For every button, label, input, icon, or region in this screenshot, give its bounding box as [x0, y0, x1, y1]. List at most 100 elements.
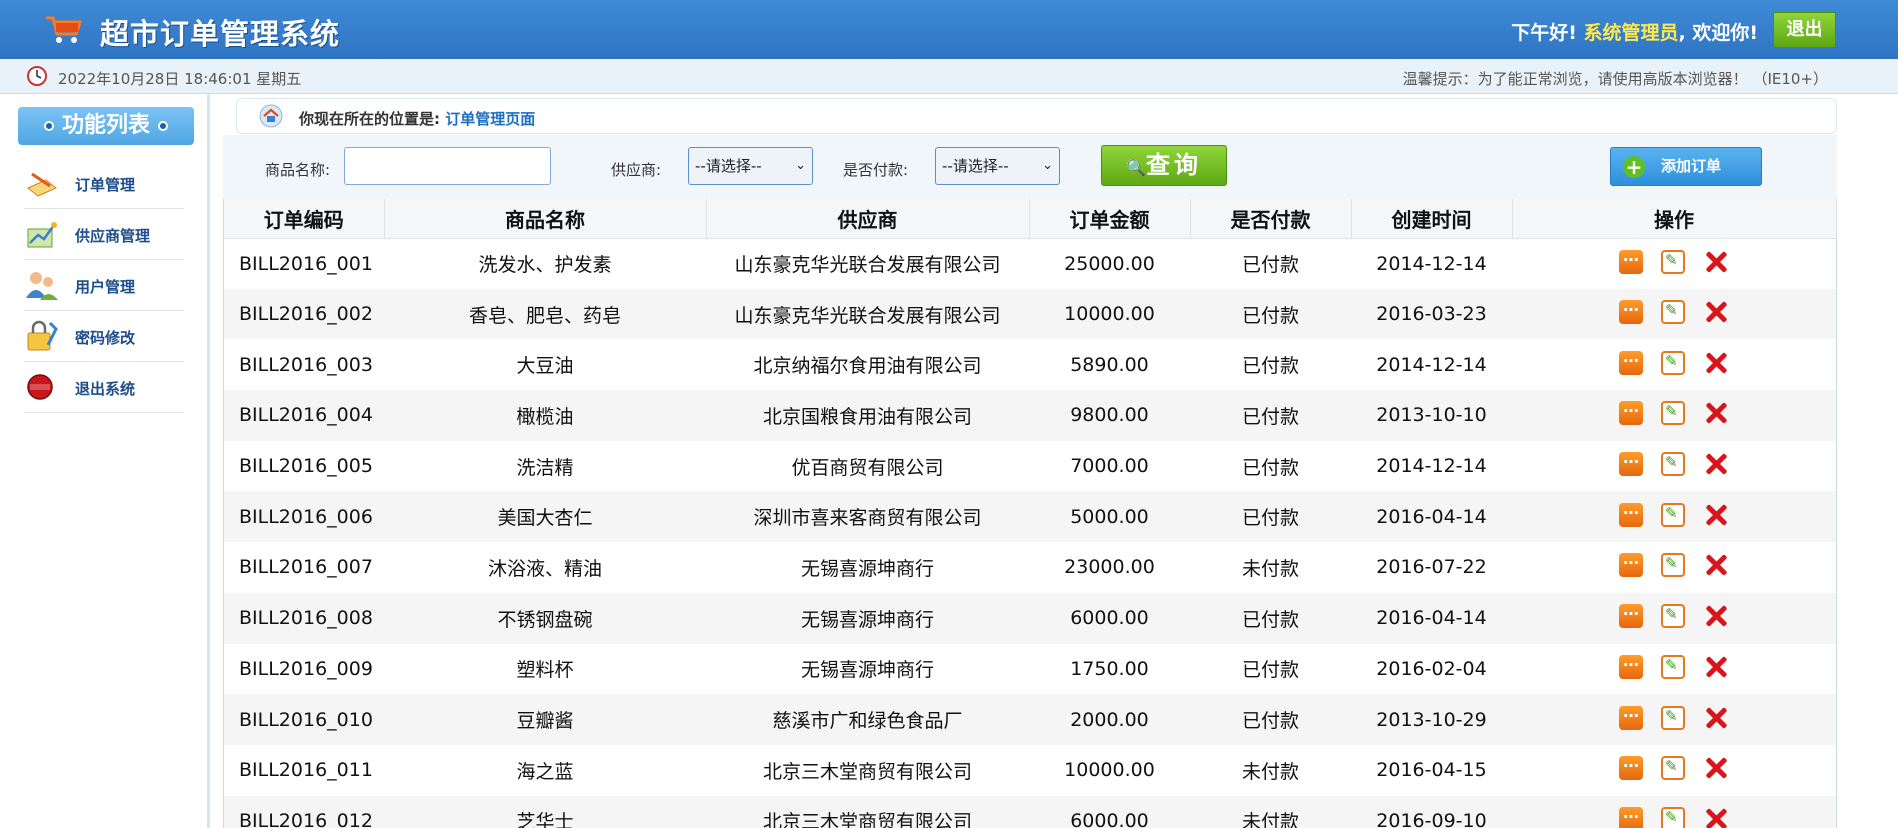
current-datetime: 2022年10月28日 18:46:01 星期五 — [58, 70, 302, 88]
amount-cell: 25000.00 — [1064, 252, 1155, 275]
view-icon[interactable] — [1619, 246, 1643, 274]
delete-icon[interactable] — [1703, 299, 1729, 325]
edit-icon[interactable] — [1661, 502, 1685, 527]
delete-icon[interactable] — [1703, 400, 1729, 426]
operations-cell — [1512, 592, 1836, 644]
paid-status-cell: 已付款 — [1241, 659, 1299, 682]
operations-cell — [1512, 339, 1836, 390]
edit-icon[interactable] — [1661, 553, 1685, 578]
column-header: 订单金额 — [1029, 199, 1191, 239]
provider-cell: 北京国粮食用油有限公司 — [706, 390, 1029, 441]
column-header: 操作 — [1512, 199, 1837, 239]
delete-icon[interactable] — [1703, 755, 1729, 781]
view-icon[interactable] — [1619, 448, 1643, 477]
order-code-cell: BILL2016_008 — [224, 592, 384, 644]
order-code-cell: BILL2016_007 — [239, 556, 373, 579]
sidebar-nav: 订单管理 供应商管理 用户管理 密码修改 退出系统 — [24, 158, 184, 413]
operations-cell — [1512, 441, 1836, 492]
edit-icon[interactable] — [1661, 350, 1685, 375]
product-name-input[interactable] — [344, 147, 551, 185]
row-actions — [1619, 296, 1729, 325]
paid-status-cell: 未付款 — [1241, 760, 1299, 783]
row-actions — [1619, 803, 1729, 828]
delete-icon[interactable] — [1703, 552, 1729, 578]
paid-status-cell: 已付款 — [1190, 491, 1351, 543]
view-icon[interactable] — [1619, 549, 1643, 578]
breadcrumb-current[interactable]: 订单管理页面 — [445, 110, 535, 128]
delete-icon[interactable] — [1703, 249, 1729, 275]
magnifier-icon: 🔍 — [1126, 158, 1146, 177]
operations-cell — [1512, 390, 1836, 441]
edit-icon[interactable] — [1661, 806, 1685, 828]
paid-status-cell: 已付款 — [1241, 456, 1299, 479]
table-row: BILL2016_005 洗洁精 优百商贸有限公司 7000.00 已付款 2014-12… — [224, 441, 1836, 492]
password-icon — [27, 320, 58, 351]
home-icon — [259, 104, 283, 128]
view-icon[interactable] — [1619, 702, 1643, 730]
delete-icon[interactable] — [1703, 502, 1729, 528]
product-name-cell: 橄榄油 — [384, 390, 706, 441]
delete-icon[interactable] — [1703, 451, 1729, 477]
edit-icon[interactable] — [1661, 249, 1685, 274]
operations-cell — [1512, 238, 1836, 289]
orders-table: 订单编码 商品名称 供应商 订单金额 是否付款 创建时间 操作 BILL2016… — [224, 199, 1837, 828]
row-actions — [1619, 347, 1729, 376]
sidebar-item-exit[interactable]: 退出系统 — [24, 362, 184, 413]
plus-icon: + — [1623, 156, 1645, 178]
edit-icon[interactable] — [1661, 452, 1685, 477]
view-icon[interactable] — [1619, 499, 1643, 527]
view-icon[interactable] — [1619, 752, 1643, 781]
provider-cell: 优百商贸有限公司 — [791, 456, 944, 479]
greeting-prefix: 下午好! — [1511, 22, 1577, 44]
view-icon[interactable] — [1619, 600, 1643, 629]
add-order-button[interactable]: + 添加订单 — [1610, 147, 1762, 186]
info-bar: 2022年10月28日 18:46:01 星期五 温馨提示：为了能正常浏览，请使… — [0, 59, 1898, 94]
view-icon[interactable] — [1619, 347, 1643, 375]
paid-status-cell: 已付款 — [1190, 592, 1351, 644]
sidebar-item-orders[interactable]: 订单管理 — [24, 158, 184, 209]
provider-label: 供应商: — [611, 161, 662, 179]
column-header: 商品名称 — [384, 199, 707, 239]
sidebar-item-password[interactable]: 密码修改 — [24, 311, 184, 362]
product-name-cell: 洗洁精 — [516, 456, 574, 479]
amount-cell: 5000.00 — [1029, 491, 1190, 543]
paid-status-cell: 未付款 — [1241, 557, 1299, 580]
title-dot-icon — [43, 121, 54, 131]
provider-select[interactable]: --请选择-- ⌄ — [688, 147, 813, 185]
edit-icon[interactable] — [1661, 604, 1685, 629]
chevron-down-icon: ⌄ — [795, 158, 806, 173]
amount-cell: 23000.00 — [1064, 556, 1155, 579]
logout-button[interactable]: 退出 — [1773, 12, 1836, 48]
view-icon[interactable] — [1619, 651, 1643, 679]
view-icon[interactable] — [1619, 296, 1643, 325]
query-button[interactable]: 🔍查询 — [1101, 145, 1227, 186]
created-date-cell: 2014-12-14 — [1376, 353, 1487, 376]
order-code-cell: BILL2016_010 — [224, 694, 384, 745]
created-date-cell: 2016-03-23 — [1351, 288, 1512, 340]
paid-select[interactable]: --请选择-- ⌄ — [935, 147, 1060, 185]
delete-icon[interactable] — [1703, 603, 1729, 629]
sidebar-item-providers[interactable]: 供应商管理 — [24, 209, 184, 260]
sidebar-item-label: 供应商管理 — [75, 227, 151, 245]
delete-icon[interactable] — [1703, 806, 1729, 828]
delete-icon[interactable] — [1703, 705, 1729, 731]
edit-icon[interactable] — [1661, 705, 1685, 730]
amount-cell: 7000.00 — [1070, 455, 1149, 478]
edit-icon[interactable] — [1661, 654, 1685, 679]
edit-icon[interactable] — [1661, 401, 1685, 426]
amount-cell: 5890.00 — [1070, 353, 1149, 376]
created-date-cell: 2016-04-14 — [1351, 592, 1512, 644]
shopping-cart-icon — [46, 16, 83, 43]
view-icon[interactable] — [1619, 803, 1643, 828]
breadcrumb-prefix: 你现在所在的位置是: — [299, 110, 440, 128]
delete-icon[interactable] — [1703, 654, 1729, 680]
view-icon[interactable] — [1619, 397, 1643, 426]
edit-icon[interactable] — [1661, 756, 1685, 781]
sidebar-item-users[interactable]: 用户管理 — [24, 260, 184, 311]
provider-cell: 无锡喜源坤商行 — [706, 592, 1029, 644]
edit-icon[interactable] — [1661, 300, 1685, 325]
delete-icon[interactable] — [1703, 350, 1729, 376]
provider-cell: 深圳市喜来客商贸有限公司 — [706, 491, 1029, 543]
sidebar-item-label: 用户管理 — [75, 278, 136, 296]
operations-cell — [1512, 542, 1836, 593]
